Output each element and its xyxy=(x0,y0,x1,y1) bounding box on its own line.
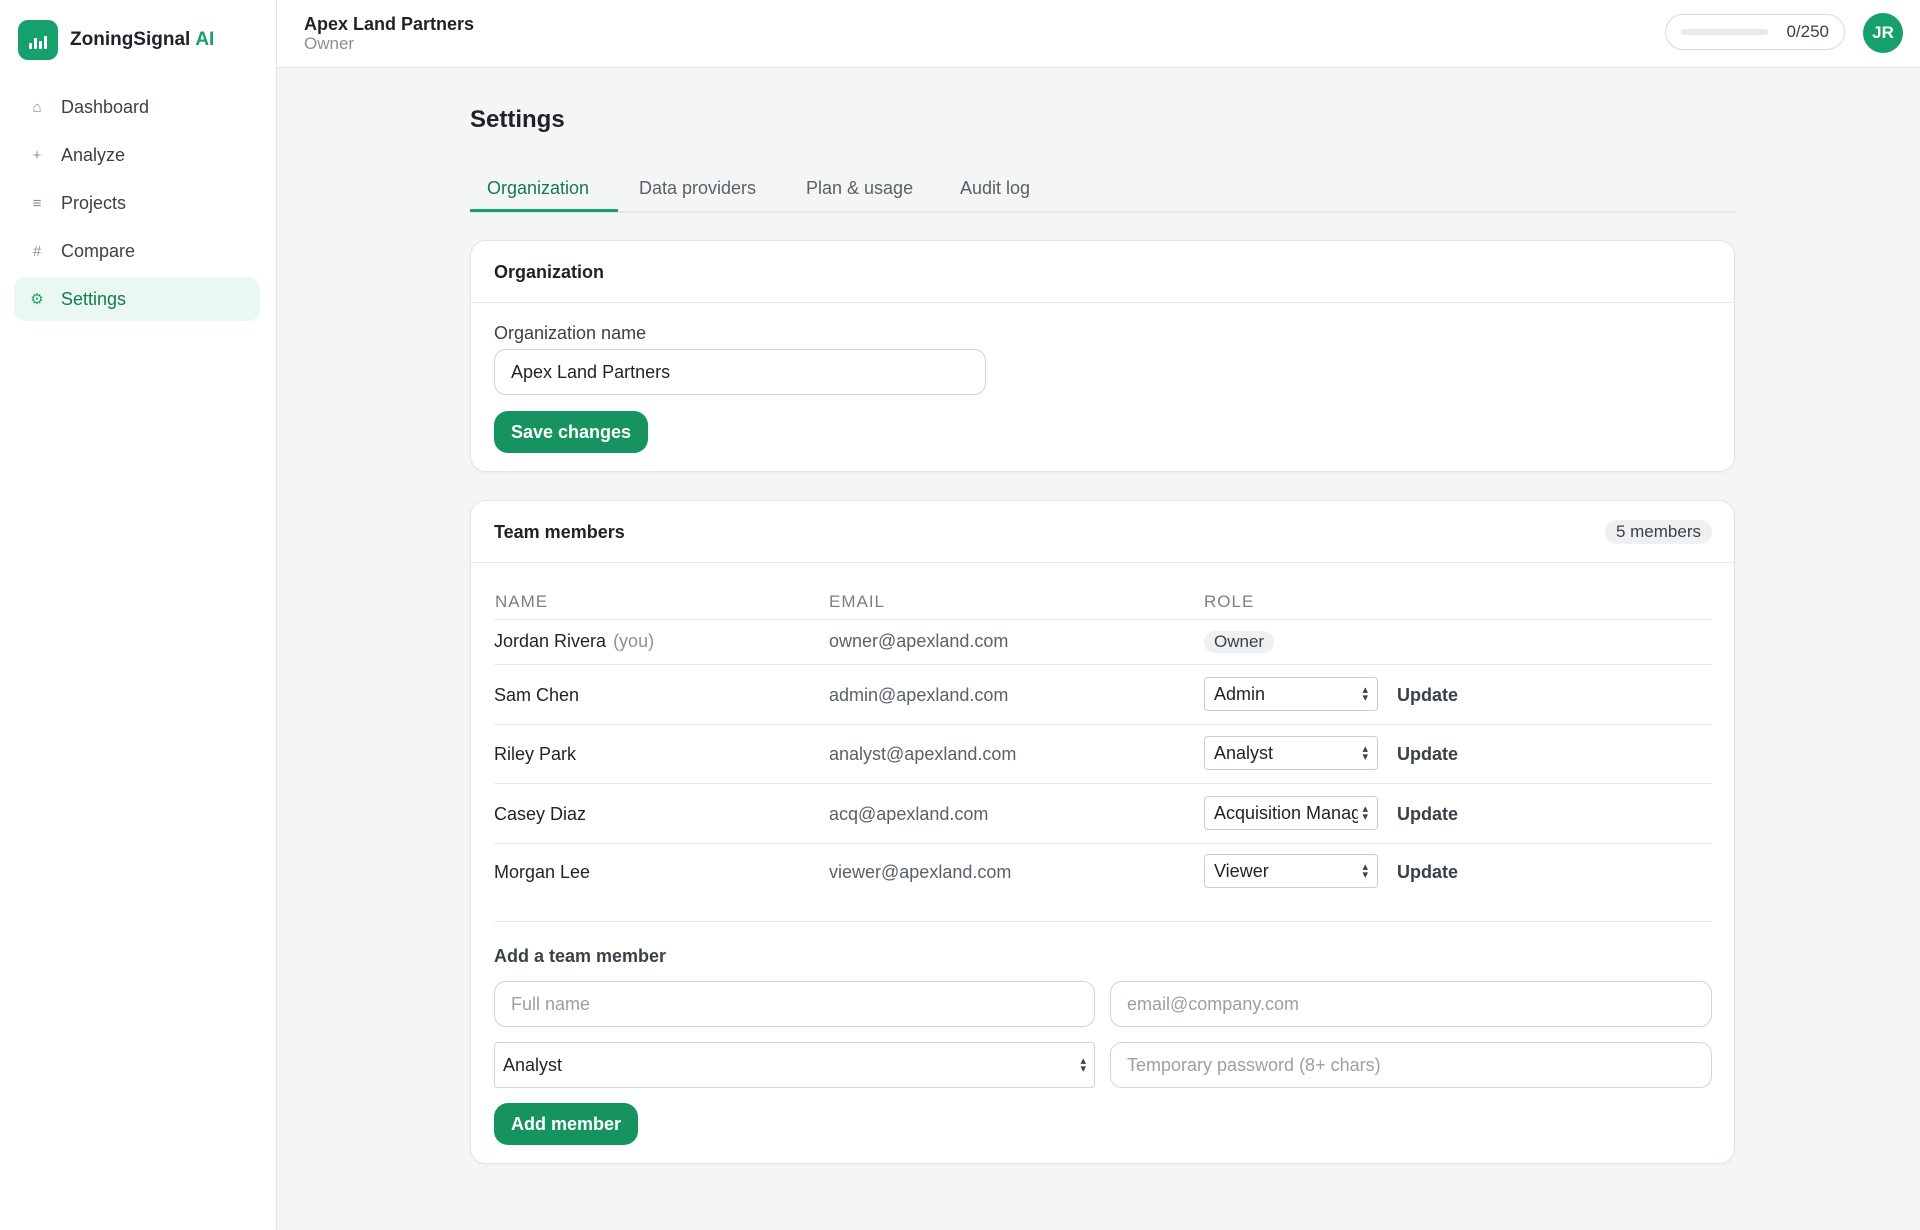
select-chevron-icon: ▴ ▾ xyxy=(1080,1055,1086,1075)
usage-bar xyxy=(1681,29,1768,35)
usage-meter[interactable]: 0/250 xyxy=(1665,14,1845,50)
table-row: Jordan Rivera (you) owner@apexland.com Ow… xyxy=(494,620,1712,665)
member-email: owner@apexland.com xyxy=(829,631,1009,651)
member-email: acq@apexland.com xyxy=(829,804,989,824)
member-name: Casey Diaz xyxy=(494,804,587,824)
table-row: Morgan Lee viewer@apexland.com Viewer ▴ ▾ … xyxy=(494,844,1712,902)
new-member-role-select[interactable]: Analyst ▴ ▾ xyxy=(494,1042,1095,1088)
sidebar-item-settings[interactable]: ⚙ Settings xyxy=(14,277,260,321)
sidebar-item-compare[interactable]: # Compare xyxy=(14,229,260,273)
sidebar-item-label: Compare xyxy=(61,240,136,261)
member-email: viewer@apexland.com xyxy=(829,862,1012,882)
member-name: Jordan Rivera (you) xyxy=(494,631,655,651)
settings-tabs: Organization Data providers Plan & usage… xyxy=(470,168,1736,213)
select-chevron-icon: ▴ ▾ xyxy=(1362,803,1368,823)
members-table: NAME EMAIL ROLE Jordan Rivera (you) owner… xyxy=(494,583,1712,902)
divider xyxy=(494,921,1712,922)
update-button[interactable]: Update xyxy=(1397,744,1458,765)
update-button[interactable]: Update xyxy=(1397,804,1458,825)
grid-icon: # xyxy=(32,242,42,260)
tab-audit-log[interactable]: Audit log xyxy=(960,178,1030,199)
table-header: NAME EMAIL ROLE xyxy=(494,583,1712,620)
table-row: Casey Diaz acq@apexland.com Acquisition … xyxy=(494,784,1712,844)
tab-data-providers[interactable]: Data providers xyxy=(639,178,756,199)
org-name-label: Organization name xyxy=(494,323,647,343)
organization-card: Organization Organization name Save chan… xyxy=(470,240,1735,472)
table-row: Sam Chen admin@apexland.com Admin ▴ ▾ Upda… xyxy=(494,665,1712,725)
temporary-password-input[interactable] xyxy=(1110,1042,1712,1088)
save-changes-button[interactable]: Save changes xyxy=(494,411,649,453)
sidebar-item-analyze[interactable]: + Analyze xyxy=(14,133,260,177)
select-chevron-icon: ▴ ▾ xyxy=(1362,684,1368,704)
sidebar-item-projects[interactable]: ≡ Projects xyxy=(14,181,260,225)
card-title: Team members xyxy=(494,522,625,542)
member-name: Riley Park xyxy=(494,744,577,764)
org-name-input[interactable] xyxy=(494,349,986,395)
list-icon: ≡ xyxy=(32,194,42,212)
member-name: Sam Chen xyxy=(494,685,580,705)
card-header: Organization xyxy=(471,241,1734,303)
you-label: (you) xyxy=(613,631,655,651)
plus-icon: + xyxy=(32,146,42,164)
update-button[interactable]: Update xyxy=(1397,862,1458,883)
sidebar-item-label: Settings xyxy=(61,288,127,309)
role-select[interactable]: Acquisition Manager▴▾ xyxy=(1204,796,1378,830)
sidebar-item-label: Projects xyxy=(61,192,127,213)
column-header-email: EMAIL xyxy=(829,592,886,611)
select-chevron-icon: ▴ ▾ xyxy=(1362,861,1368,881)
brand-name: ZoningSignal AI xyxy=(70,29,215,50)
update-button[interactable]: Update xyxy=(1397,685,1458,706)
sidebar-item-label: Dashboard xyxy=(61,96,150,117)
member-email: analyst@apexland.com xyxy=(829,744,1017,764)
usage-count: 0/250 xyxy=(1786,22,1829,41)
member-name: Morgan Lee xyxy=(494,862,591,882)
org-name: Apex Land Partners xyxy=(304,14,475,34)
home-icon: ⌂ xyxy=(32,98,42,116)
card-header: Team members 5 members xyxy=(471,501,1734,563)
page-title: Settings xyxy=(470,106,565,133)
gear-icon: ⚙ xyxy=(30,291,44,308)
role-select[interactable]: Analyst ▴ ▾ xyxy=(1204,736,1378,770)
org-role: Owner xyxy=(304,34,355,53)
table-row: Riley Park analyst@apexland.com Analyst ▴… xyxy=(494,725,1712,784)
sidebar: ZoningSignal AI ⌂ Dashboard + Analyze ≡ P… xyxy=(0,0,277,1230)
sidebar-nav: ⌂ Dashboard + Analyze ≡ Projects # Compa… xyxy=(14,85,260,325)
full-name-input[interactable] xyxy=(494,981,1095,1027)
brand[interactable]: ZoningSignal AI xyxy=(18,20,214,60)
bar-chart-icon xyxy=(18,20,58,60)
role-select[interactable]: Viewer ▴ ▾ xyxy=(1204,854,1378,888)
top-header: Apex Land Partners Owner 0/250 JR xyxy=(277,0,1920,68)
team-members-card: Team members 5 members NAME EMAIL ROLE J… xyxy=(470,500,1735,1164)
brand-suffix: AI xyxy=(195,29,215,50)
role-badge: Owner xyxy=(1204,631,1275,653)
role-select[interactable]: Admin ▴ ▾ xyxy=(1204,677,1378,711)
column-header-role: ROLE xyxy=(1204,592,1255,611)
sidebar-item-dashboard[interactable]: ⌂ Dashboard xyxy=(14,85,260,129)
active-tab-indicator xyxy=(470,209,618,212)
card-title: Organization xyxy=(494,262,605,282)
sidebar-item-label: Analyze xyxy=(61,144,126,165)
add-member-button[interactable]: Add member xyxy=(494,1103,639,1145)
member-count-badge: 5 members xyxy=(1604,520,1712,544)
tab-plan-usage[interactable]: Plan & usage xyxy=(806,178,913,199)
avatar[interactable]: JR xyxy=(1863,13,1903,53)
tab-organization[interactable]: Organization xyxy=(487,178,589,199)
member-email: admin@apexland.com xyxy=(829,685,1009,705)
select-chevron-icon: ▴ ▾ xyxy=(1362,743,1368,763)
column-header-name: NAME xyxy=(495,592,549,611)
email-input[interactable] xyxy=(1110,981,1712,1027)
add-member-title: Add a team member xyxy=(494,946,667,966)
